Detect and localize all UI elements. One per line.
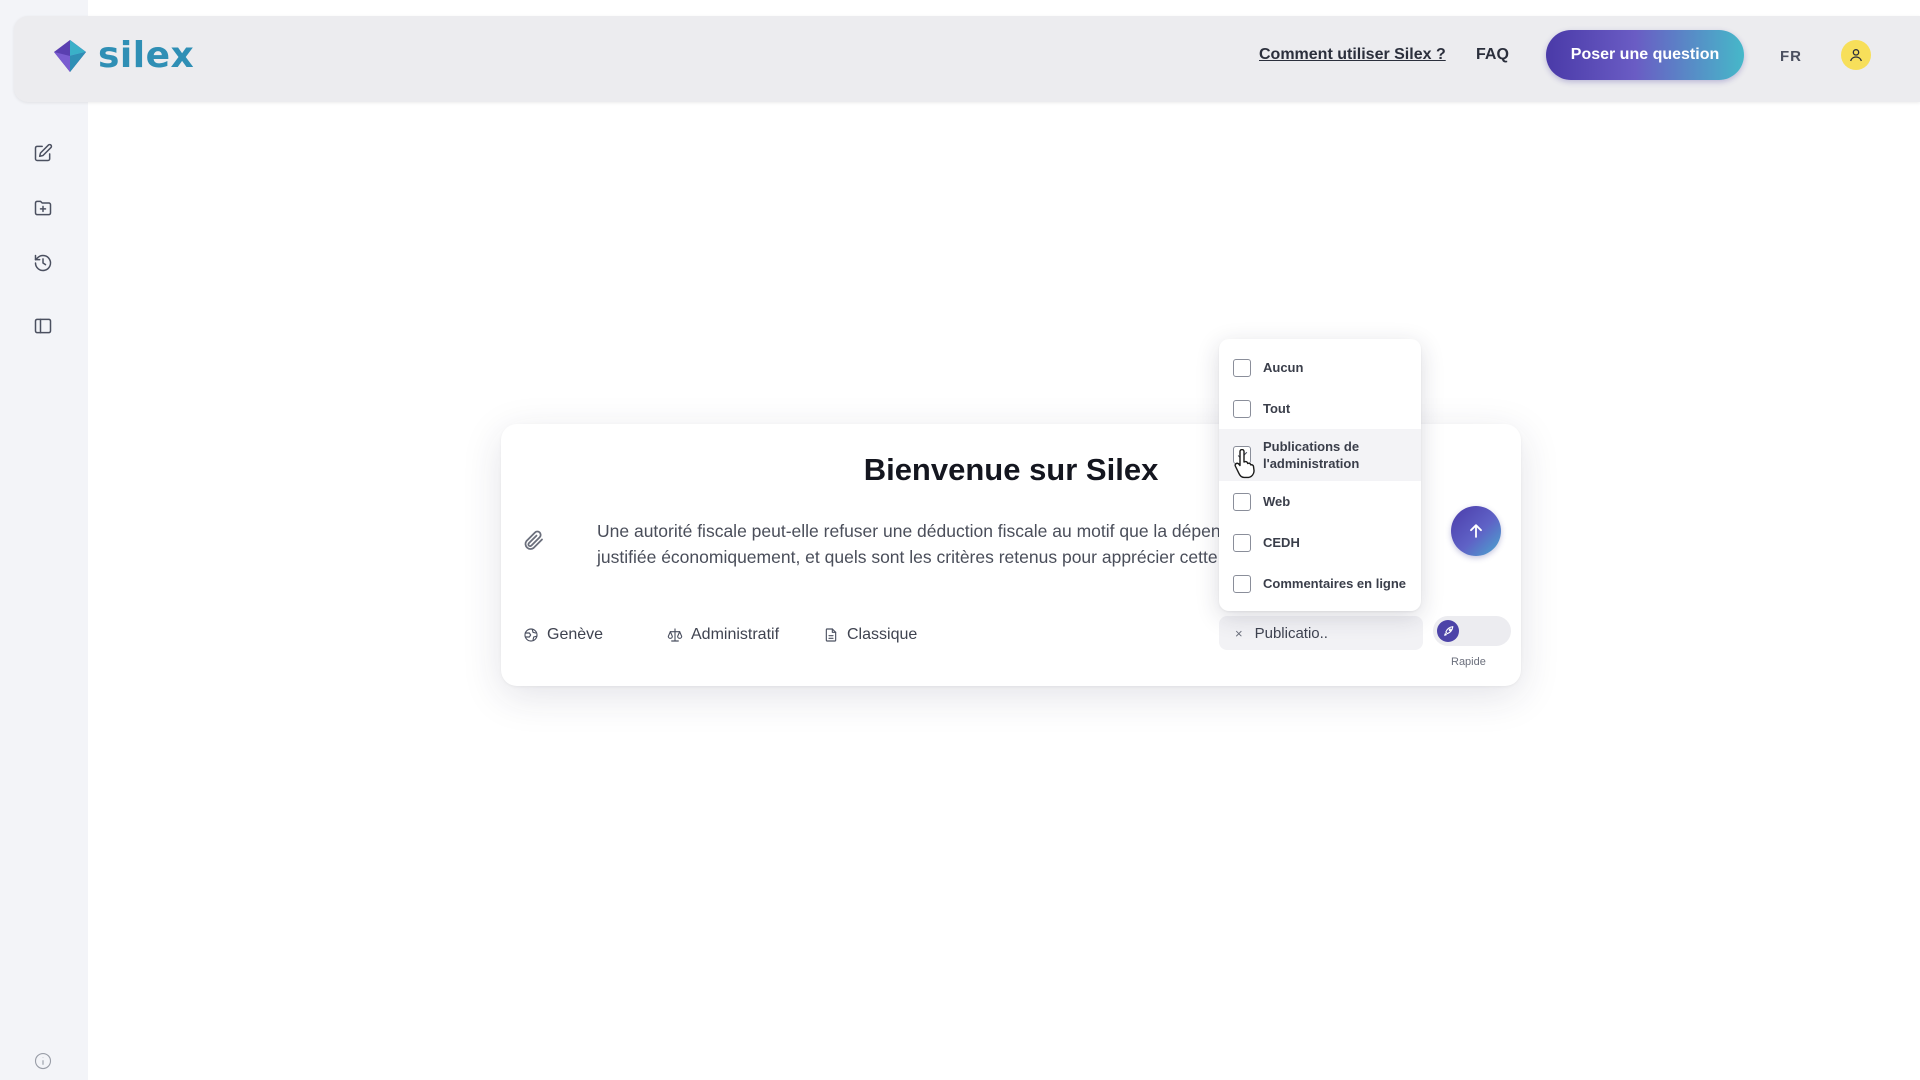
clear-source-button[interactable]: ×: [1235, 626, 1243, 641]
checkbox[interactable]: [1233, 492, 1251, 511]
option-label: Web: [1263, 494, 1291, 509]
checkbox[interactable]: [1233, 399, 1251, 418]
attach-button[interactable]: [521, 528, 547, 554]
checkbox[interactable]: [1233, 533, 1251, 552]
speed-toggle-label: Rapide: [1451, 656, 1486, 668]
logo-text: silex: [98, 35, 195, 76]
folder-add-icon: [34, 200, 52, 216]
domain-label: Administratif: [691, 626, 780, 643]
option-label: Tout: [1263, 401, 1291, 416]
option-label: Aucun: [1263, 360, 1304, 375]
source-select[interactable]: × Publicatio..: [1219, 616, 1423, 650]
hand-cursor-icon: [1234, 449, 1255, 479]
edit-icon: [34, 143, 53, 162]
header: silex Comment utiliser Silex ? FAQ Poser…: [14, 16, 1920, 102]
source-select-value: Publicatio..: [1254, 624, 1328, 642]
ask-question-button[interactable]: Poser une question: [1546, 30, 1744, 80]
checkbox[interactable]: [1233, 358, 1251, 377]
source-option-cedh[interactable]: CEDH: [1219, 522, 1421, 563]
option-label: Commentaires en ligne: [1263, 576, 1407, 591]
send-button[interactable]: [1451, 506, 1501, 556]
rocket-icon: [1443, 625, 1453, 636]
info-icon: [34, 1052, 52, 1070]
jurisdiction-label: Genève: [547, 626, 604, 643]
domain-chip[interactable]: Administratif: [667, 626, 779, 644]
info-button[interactable]: [34, 1052, 52, 1070]
option-label: Publications de l'administration: [1263, 439, 1360, 471]
history-icon: [34, 254, 52, 272]
history-button[interactable]: [28, 248, 58, 278]
source-option-web[interactable]: Web: [1219, 481, 1421, 522]
jurisdiction-chip[interactable]: Genève: [523, 626, 603, 644]
source-option-commentaires[interactable]: Commentaires en ligne: [1219, 563, 1421, 604]
new-chat-button[interactable]: [28, 138, 58, 168]
toggle-sidebar-button[interactable]: [28, 311, 58, 341]
document-icon: [825, 628, 837, 642]
mode-chip[interactable]: Classique: [823, 626, 917, 644]
toggle-knob: [1437, 620, 1459, 642]
user-avatar[interactable]: [1841, 40, 1871, 70]
how-to-use-link[interactable]: Comment utiliser Silex ?: [1259, 46, 1446, 64]
globe-icon: [524, 628, 538, 642]
language-selector[interactable]: FR: [1780, 48, 1802, 65]
scale-icon: [667, 628, 683, 642]
folders-button[interactable]: [28, 193, 58, 223]
checkbox[interactable]: [1233, 574, 1251, 593]
speed-toggle[interactable]: [1433, 616, 1511, 646]
logo[interactable]: silex: [50, 36, 194, 76]
source-option-tout[interactable]: Tout: [1219, 388, 1421, 429]
user-icon: [1850, 49, 1862, 62]
option-label: CEDH: [1263, 535, 1300, 550]
paperclip-icon: [524, 530, 543, 550]
faq-link[interactable]: FAQ: [1476, 46, 1509, 64]
arrow-up-icon: [1470, 524, 1482, 538]
sidebar-toggle-icon: [34, 318, 52, 334]
mode-label: Classique: [847, 626, 918, 643]
diamond-logo-icon: [54, 40, 86, 72]
sidebar: [0, 0, 88, 1080]
source-option-aucun[interactable]: Aucun: [1219, 347, 1421, 388]
